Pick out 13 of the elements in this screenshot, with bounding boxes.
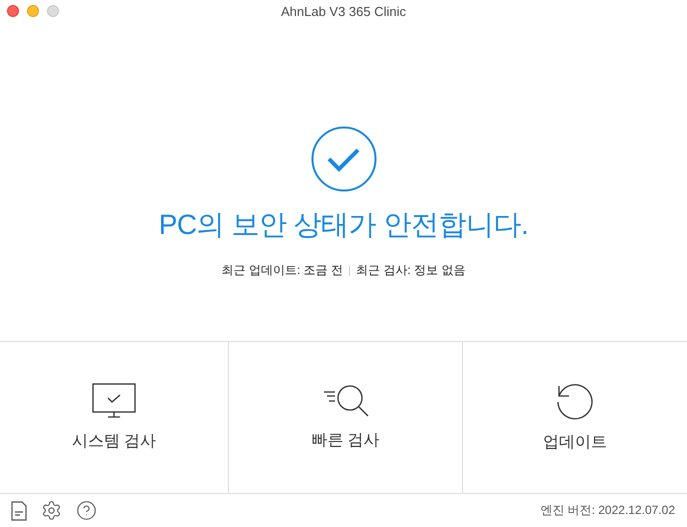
search-icon — [322, 384, 368, 418]
window-title: AhnLab V3 365 Clinic — [280, 4, 406, 18]
status-message: PC의 보안 상태가 안전합니다. — [158, 208, 528, 242]
last-update-text: 최근 업데이트: 조금 전 — [222, 262, 343, 279]
settings-icon[interactable] — [41, 500, 62, 521]
engine-version: 엔진 버전: 2022.12.07.02 — [540, 502, 675, 519]
monitor-check-icon — [92, 383, 136, 419]
help-icon[interactable] — [76, 500, 97, 521]
check-circle-icon — [310, 126, 376, 192]
document-icon[interactable] — [11, 500, 27, 520]
refresh-icon — [556, 382, 594, 420]
last-scan-text: 최근 검사: 정보 없음 — [356, 262, 466, 279]
close-button[interactable] — [7, 5, 19, 17]
